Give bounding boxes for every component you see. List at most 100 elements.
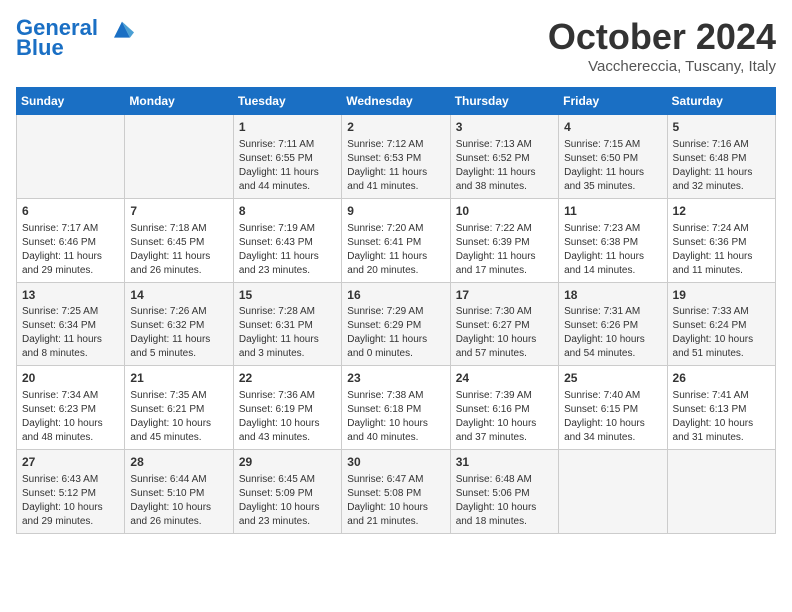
page-header: General Blue October 2024 Vacchereccia, …	[16, 16, 776, 75]
calendar-cell: 21Sunrise: 7:35 AM Sunset: 6:21 PM Dayli…	[125, 366, 233, 450]
day-number: 3	[456, 119, 553, 136]
calendar-cell: 31 Sunrise: 6:48 AM Sunset: 5:06 PM Dayli…	[450, 450, 558, 534]
day-info: Sunrise: 7:15 AM Sunset: 6:50 PM Dayligh…	[564, 138, 661, 194]
day-number: 31	[456, 454, 553, 471]
day-info: Sunrise: 6:45 AM Sunset: 5:09 PM Dayligh…	[239, 473, 336, 529]
calendar-cell: 14Sunrise: 7:26 AM Sunset: 6:32 PM Dayli…	[125, 282, 233, 366]
day-info: Sunrise: 7:23 AM Sunset: 6:38 PM Dayligh…	[564, 222, 661, 278]
day-of-week-header: Friday	[559, 88, 667, 115]
location: Vacchereccia, Tuscany, Italy	[548, 58, 776, 75]
day-number: 24	[456, 370, 553, 387]
day-info: Sunrise: 6:48 AM Sunset: 5:06 PM Dayligh…	[456, 473, 553, 529]
day-number: 27	[22, 454, 119, 471]
day-info: Sunrise: 7:28 AM Sunset: 6:31 PM Dayligh…	[239, 305, 336, 361]
day-info: Sunrise: 7:12 AM Sunset: 6:53 PM Dayligh…	[347, 138, 444, 194]
day-of-week-header: Thursday	[450, 88, 558, 115]
day-info: Sunrise: 7:36 AM Sunset: 6:19 PM Dayligh…	[239, 389, 336, 445]
day-info: Sunrise: 7:11 AM Sunset: 6:55 PM Dayligh…	[239, 138, 336, 194]
calendar-cell: 25 Sunrise: 7:40 AM Sunset: 6:15 PM Dayli…	[559, 366, 667, 450]
calendar-cell: 16Sunrise: 7:29 AM Sunset: 6:29 PM Dayli…	[342, 282, 450, 366]
calendar-cell: 6Sunrise: 7:17 AM Sunset: 6:46 PM Daylig…	[17, 198, 125, 282]
calendar-cell: 9 Sunrise: 7:20 AM Sunset: 6:41 PM Daylig…	[342, 198, 450, 282]
calendar-cell: 5Sunrise: 7:16 AM Sunset: 6:48 PM Daylig…	[667, 115, 775, 199]
calendar-week-row: 1 Sunrise: 7:11 AM Sunset: 6:55 PM Daylig…	[17, 115, 776, 199]
day-of-week-header: Monday	[125, 88, 233, 115]
day-number: 4	[564, 119, 661, 136]
day-number: 13	[22, 287, 119, 304]
day-info: Sunrise: 7:25 AM Sunset: 6:34 PM Dayligh…	[22, 305, 119, 361]
calendar-cell: 24 Sunrise: 7:39 AM Sunset: 6:16 PM Dayli…	[450, 366, 558, 450]
day-info: Sunrise: 7:41 AM Sunset: 6:13 PM Dayligh…	[673, 389, 770, 445]
day-number: 2	[347, 119, 444, 136]
day-info: Sunrise: 6:44 AM Sunset: 5:10 PM Dayligh…	[130, 473, 227, 529]
calendar-cell	[17, 115, 125, 199]
day-of-week-header: Saturday	[667, 88, 775, 115]
day-info: Sunrise: 7:31 AM Sunset: 6:26 PM Dayligh…	[564, 305, 661, 361]
day-info: Sunrise: 7:19 AM Sunset: 6:43 PM Dayligh…	[239, 222, 336, 278]
day-number: 10	[456, 203, 553, 220]
day-info: Sunrise: 7:18 AM Sunset: 6:45 PM Dayligh…	[130, 222, 227, 278]
day-info: Sunrise: 7:22 AM Sunset: 6:39 PM Dayligh…	[456, 222, 553, 278]
day-number: 9	[347, 203, 444, 220]
day-info: Sunrise: 7:20 AM Sunset: 6:41 PM Dayligh…	[347, 222, 444, 278]
day-number: 18	[564, 287, 661, 304]
day-number: 20	[22, 370, 119, 387]
day-number: 8	[239, 203, 336, 220]
day-info: Sunrise: 7:13 AM Sunset: 6:52 PM Dayligh…	[456, 138, 553, 194]
day-info: Sunrise: 6:43 AM Sunset: 5:12 PM Dayligh…	[22, 473, 119, 529]
calendar-cell: 4 Sunrise: 7:15 AM Sunset: 6:50 PM Daylig…	[559, 115, 667, 199]
day-number: 28	[130, 454, 227, 471]
calendar-cell: 10 Sunrise: 7:22 AM Sunset: 6:39 PM Dayli…	[450, 198, 558, 282]
calendar-table: SundayMondayTuesdayWednesdayThursdayFrid…	[16, 87, 776, 534]
calendar-cell: 28 Sunrise: 6:44 AM Sunset: 5:10 PM Dayli…	[125, 450, 233, 534]
logo: General Blue	[16, 16, 136, 60]
calendar-cell: 12 Sunrise: 7:24 AM Sunset: 6:36 PM Dayli…	[667, 198, 775, 282]
calendar-cell: 19Sunrise: 7:33 AM Sunset: 6:24 PM Dayli…	[667, 282, 775, 366]
day-number: 23	[347, 370, 444, 387]
day-info: Sunrise: 7:30 AM Sunset: 6:27 PM Dayligh…	[456, 305, 553, 361]
calendar-cell: 17Sunrise: 7:30 AM Sunset: 6:27 PM Dayli…	[450, 282, 558, 366]
calendar-body: 1 Sunrise: 7:11 AM Sunset: 6:55 PM Daylig…	[17, 115, 776, 534]
calendar-cell: 7 Sunrise: 7:18 AM Sunset: 6:45 PM Daylig…	[125, 198, 233, 282]
day-number: 14	[130, 287, 227, 304]
day-info: Sunrise: 7:38 AM Sunset: 6:18 PM Dayligh…	[347, 389, 444, 445]
calendar-cell: 13Sunrise: 7:25 AM Sunset: 6:34 PM Dayli…	[17, 282, 125, 366]
day-number: 17	[456, 287, 553, 304]
day-info: Sunrise: 7:39 AM Sunset: 6:16 PM Dayligh…	[456, 389, 553, 445]
calendar-cell: 18Sunrise: 7:31 AM Sunset: 6:26 PM Dayli…	[559, 282, 667, 366]
calendar-cell: 27 Sunrise: 6:43 AM Sunset: 5:12 PM Dayli…	[17, 450, 125, 534]
day-info: Sunrise: 7:24 AM Sunset: 6:36 PM Dayligh…	[673, 222, 770, 278]
calendar-cell: 11 Sunrise: 7:23 AM Sunset: 6:38 PM Dayli…	[559, 198, 667, 282]
day-number: 25	[564, 370, 661, 387]
day-number: 15	[239, 287, 336, 304]
calendar-cell: 26 Sunrise: 7:41 AM Sunset: 6:13 PM Dayli…	[667, 366, 775, 450]
month-title: October 2024	[548, 16, 776, 58]
day-number: 26	[673, 370, 770, 387]
day-number: 29	[239, 454, 336, 471]
day-number: 11	[564, 203, 661, 220]
calendar-cell: 22Sunrise: 7:36 AM Sunset: 6:19 PM Dayli…	[233, 366, 341, 450]
day-number: 7	[130, 203, 227, 220]
day-number: 21	[130, 370, 227, 387]
day-info: Sunrise: 7:16 AM Sunset: 6:48 PM Dayligh…	[673, 138, 770, 194]
day-info: Sunrise: 7:40 AM Sunset: 6:15 PM Dayligh…	[564, 389, 661, 445]
calendar-cell: 29 Sunrise: 6:45 AM Sunset: 5:09 PM Dayli…	[233, 450, 341, 534]
day-info: Sunrise: 7:17 AM Sunset: 6:46 PM Dayligh…	[22, 222, 119, 278]
calendar-header-row: SundayMondayTuesdayWednesdayThursdayFrid…	[17, 88, 776, 115]
calendar-week-row: 6Sunrise: 7:17 AM Sunset: 6:46 PM Daylig…	[17, 198, 776, 282]
calendar-cell: 30 Sunrise: 6:47 AM Sunset: 5:08 PM Dayli…	[342, 450, 450, 534]
calendar-cell: 23 Sunrise: 7:38 AM Sunset: 6:18 PM Dayli…	[342, 366, 450, 450]
calendar-cell: 8 Sunrise: 7:19 AM Sunset: 6:43 PM Daylig…	[233, 198, 341, 282]
day-info: Sunrise: 7:29 AM Sunset: 6:29 PM Dayligh…	[347, 305, 444, 361]
day-number: 12	[673, 203, 770, 220]
calendar-cell: 15Sunrise: 7:28 AM Sunset: 6:31 PM Dayli…	[233, 282, 341, 366]
day-number: 1	[239, 119, 336, 136]
title-area: October 2024 Vacchereccia, Tuscany, Ital…	[548, 16, 776, 75]
calendar-cell: 1 Sunrise: 7:11 AM Sunset: 6:55 PM Daylig…	[233, 115, 341, 199]
day-info: Sunrise: 7:33 AM Sunset: 6:24 PM Dayligh…	[673, 305, 770, 361]
day-number: 30	[347, 454, 444, 471]
calendar-cell: 2 Sunrise: 7:12 AM Sunset: 6:53 PM Daylig…	[342, 115, 450, 199]
day-info: Sunrise: 6:47 AM Sunset: 5:08 PM Dayligh…	[347, 473, 444, 529]
calendar-cell: 20 Sunrise: 7:34 AM Sunset: 6:23 PM Dayli…	[17, 366, 125, 450]
day-info: Sunrise: 7:34 AM Sunset: 6:23 PM Dayligh…	[22, 389, 119, 445]
